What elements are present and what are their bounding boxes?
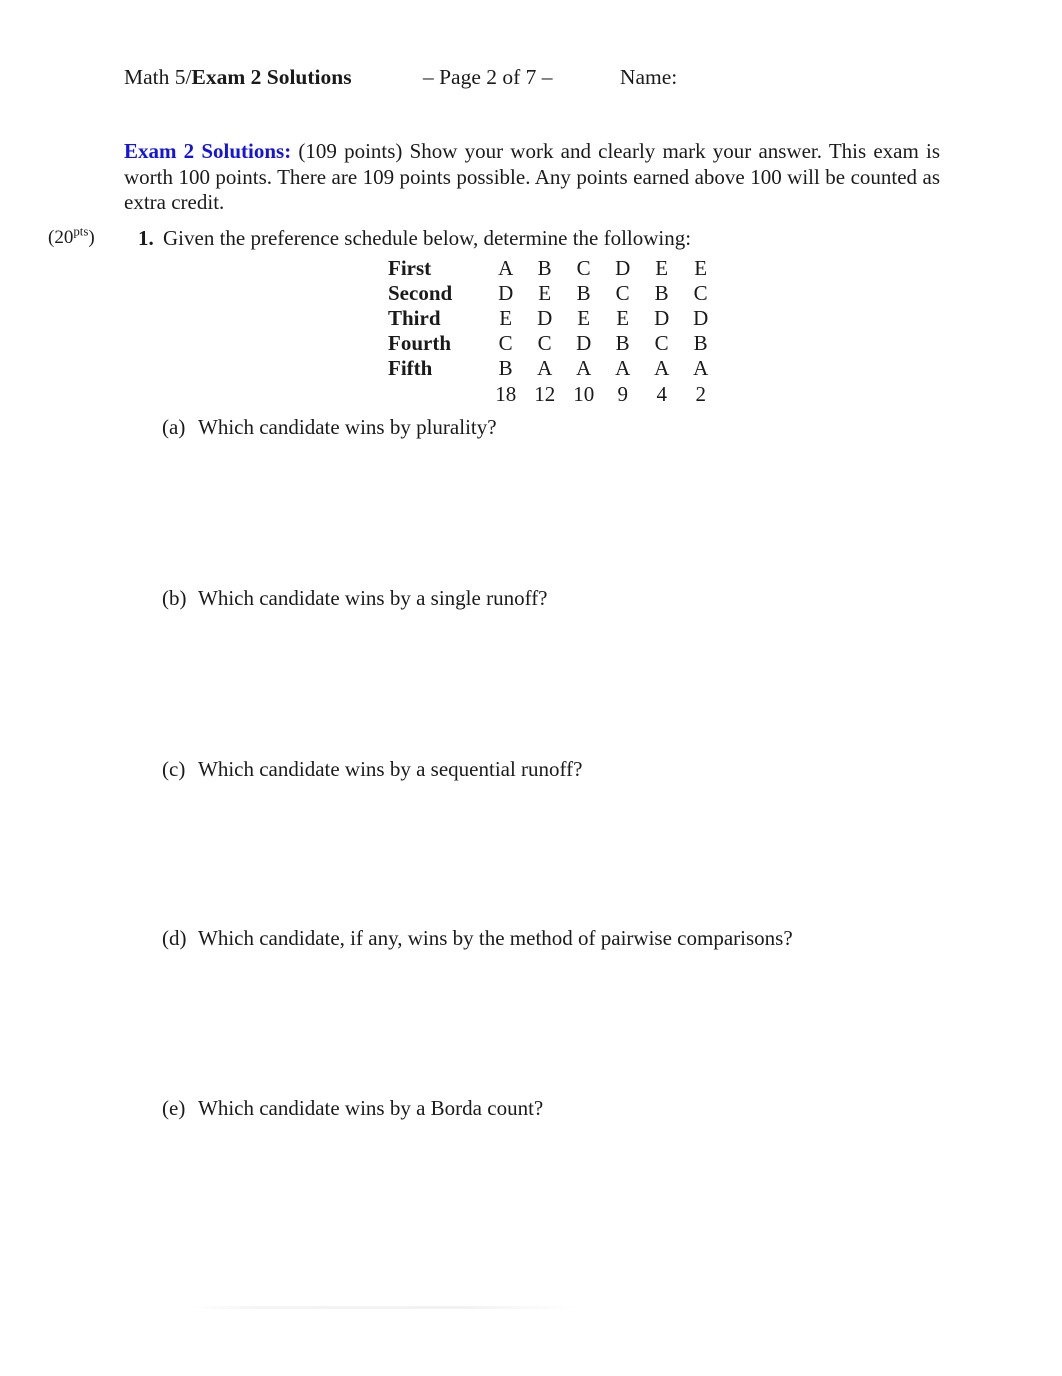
vote-count-cell: 4 [656,382,667,406]
ballot-cell: D [693,306,709,330]
instructions-lead-heading: Exam 2 Solutions: [124,139,292,163]
rank-label-third: Third [388,306,441,330]
header-page-indicator: – Page 2 of 7 – [422,65,553,89]
header-exam-title: Exam 2 Solutions [191,65,352,89]
table-row-vote-counts: 18 12 10 9 4 2 [388,381,720,407]
header-course-label: Math 5/ [124,65,192,89]
ballot-cell: E [538,281,552,305]
subpart-d-tag: (d) [162,926,187,950]
vote-count-cell: 9 [617,382,628,406]
ballot-cell: C [498,331,513,355]
subpart-c-tag: (c) [162,757,186,781]
ballot-cell: A [537,356,553,380]
scan-edge-artifact [190,1306,580,1309]
subpart-d: (d) Which candidate, if any, wins by the … [162,925,793,951]
ballot-cell: D [537,306,553,330]
ballot-cell: B [654,281,669,305]
ballot-cell: D [576,331,592,355]
ballot-cell: B [498,356,513,380]
table-row: Third E D E E D D [388,306,720,331]
ballot-cell: A [693,356,709,380]
exam-page: Math 5/Exam 2 Solutions – Page 2 of 7 – … [0,0,1062,1376]
ballot-cell: A [576,356,592,380]
preference-schedule-table: First A B C D E E Second D E B C B C Thi… [388,256,720,407]
subpart-a: (a) Which candidate wins by plurality? [162,414,497,440]
subpart-c-text: Which candidate wins by a sequential run… [198,757,583,781]
ballot-cell: A [654,356,670,380]
subpart-e-text: Which candidate wins by a Borda count? [198,1096,544,1120]
vote-count-row-label [388,381,486,407]
table-row: First A B C D E E [388,256,720,281]
subpart-d-text: Which candidate, if any, wins by the met… [198,926,793,950]
vote-count-cell: 2 [695,382,706,406]
exam-instructions-paragraph: Exam 2 Solutions: (109 points) Show your… [124,139,940,216]
page-header: Math 5/Exam 2 Solutions – Page 2 of 7 – … [124,62,940,92]
ballot-cell: B [537,256,552,280]
table-row: Fourth C C D B C B [388,331,720,356]
subpart-e-tag: (e) [162,1096,186,1120]
points-superscript: pts [73,223,89,239]
subpart-a-text: Which candidate wins by plurality? [198,415,497,439]
ballot-cell: A [615,356,631,380]
points-value: (20 [48,227,74,248]
rank-label-first: First [388,256,432,280]
ballot-cell: B [693,331,708,355]
subpart-b-tag: (b) [162,586,187,610]
ballot-cell: E [694,256,708,280]
ballot-cell: C [537,331,552,355]
vote-count-cell: 12 [534,382,556,406]
subpart-e: (e) Which candidate wins by a Borda count… [162,1095,543,1121]
header-name-field-label: Name: [619,65,678,89]
points-close-paren: ) [88,227,95,248]
ballot-cell: C [693,281,708,305]
ballot-cell: B [615,331,630,355]
preference-schedule-body: First A B C D E E Second D E B C B C Thi… [388,256,720,407]
ballot-cell: D [654,306,670,330]
table-row: Fifth B A A A A A [388,356,720,381]
rank-label-second: Second [388,281,453,305]
ballot-cell: E [577,306,591,330]
vote-count-cell: 10 [573,382,595,406]
subpart-b-text: Which candidate wins by a single runoff? [198,586,548,610]
ballot-cell: E [616,306,630,330]
rank-label-fifth: Fifth [388,356,433,380]
ballot-cell: C [576,256,591,280]
problem-points-tag: (20pts) [48,223,95,250]
ballot-cell: E [655,256,669,280]
vote-count-cell: 18 [495,382,517,406]
rank-label-fourth: Fourth [388,331,451,355]
ballot-cell: E [499,306,513,330]
subpart-c: (c) Which candidate wins by a sequential … [162,756,582,782]
ballot-cell: D [615,256,631,280]
ballot-cell: B [576,281,591,305]
problem-number: 1. [138,226,154,250]
ballot-cell: C [654,331,669,355]
subpart-b: (b) Which candidate wins by a single runo… [162,585,548,611]
table-row: Second D E B C B C [388,281,720,306]
ballot-cell: A [498,256,514,280]
ballot-cell: C [615,281,630,305]
ballot-cell: D [498,281,514,305]
problem-stem-text: Given the preference schedule below, det… [163,226,692,250]
subpart-a-tag: (a) [162,415,186,439]
